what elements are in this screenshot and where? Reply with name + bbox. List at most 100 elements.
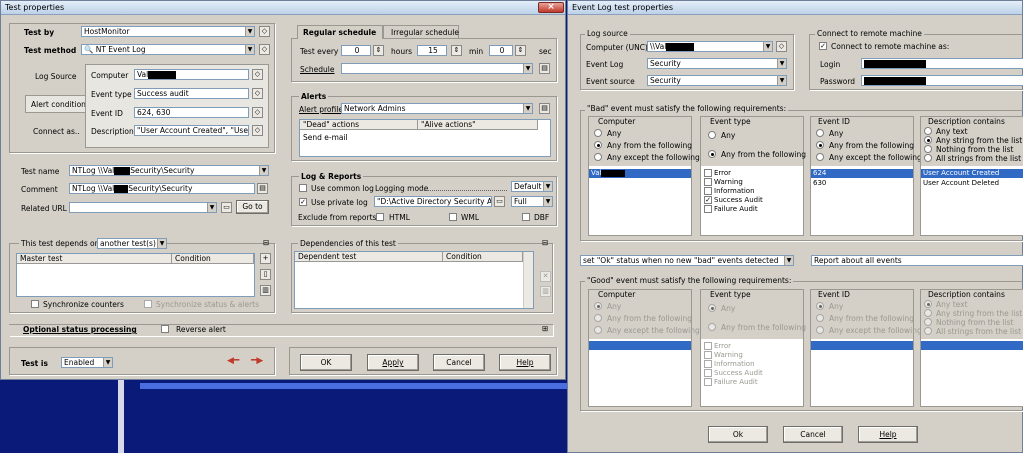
chevron-down-icon[interactable]: ▼ xyxy=(245,45,254,54)
depends-select[interactable]: another test(s) ▼ xyxy=(97,238,167,249)
edit-icon[interactable]: ▤ xyxy=(257,183,268,194)
days-field[interactable]: 0 xyxy=(341,45,371,56)
ok-status-select[interactable]: set "Ok" status when no new "bad" events… xyxy=(580,255,794,266)
good-id-list-row[interactable] xyxy=(811,341,913,350)
good-desc-nothing-radio[interactable] xyxy=(924,318,932,326)
use-private-log-checkbox[interactable]: ✓ xyxy=(299,198,307,206)
connect-as-checkbox[interactable]: ✓ xyxy=(819,42,827,50)
tab-regular-schedule[interactable]: Regular schedule xyxy=(303,28,376,37)
schedule-select[interactable]: ▼ xyxy=(341,63,533,74)
eraser-icon[interactable]: ◇ xyxy=(252,125,263,136)
test-name-field[interactable]: NTLog \\Val Security\Security ▼ xyxy=(69,165,269,176)
ok-button[interactable]: OK xyxy=(300,354,352,371)
bad-computer-from-radio[interactable] xyxy=(594,141,602,149)
report-select[interactable]: Report about all events xyxy=(811,255,1023,266)
actions-list[interactable]: "Dead" actions "Alive actions" Send e-ma… xyxy=(299,119,551,157)
test-is-select[interactable]: Enabled ▼ xyxy=(61,357,113,368)
chevron-down-icon[interactable]: ▼ xyxy=(784,256,793,265)
good-type-error-checkbox[interactable] xyxy=(704,342,712,350)
event-log-select[interactable]: Security ▼ xyxy=(647,58,787,69)
edit-icon[interactable]: ▤ xyxy=(539,103,550,114)
add-icon[interactable]: + xyxy=(260,253,271,264)
alive-actions-header[interactable]: "Alive actions" xyxy=(418,120,538,130)
help-button[interactable]: Help xyxy=(858,426,918,443)
test-method-select[interactable]: 🔍 NT Event Log ▼ xyxy=(81,44,255,55)
computer-unc-field[interactable]: \\Val ▼ xyxy=(647,41,773,52)
eraser-icon[interactable]: ◇ xyxy=(776,41,787,52)
good-id-any-radio[interactable] xyxy=(816,302,824,310)
eraser-icon[interactable]: ◇ xyxy=(252,107,263,118)
collapse-icon[interactable]: ⊟ xyxy=(542,238,548,247)
chevron-down-icon[interactable]: ▼ xyxy=(103,358,112,367)
bad-desc-any-radio[interactable] xyxy=(924,127,932,135)
min-field[interactable]: 0 xyxy=(489,45,513,56)
hours-field[interactable]: 15 xyxy=(417,45,447,56)
bad-computer-item[interactable]: Val xyxy=(589,169,691,178)
chevron-down-icon[interactable]: ▼ xyxy=(543,182,552,191)
bad-id-item[interactable]: 624 xyxy=(811,169,913,178)
bad-type-error-checkbox[interactable] xyxy=(704,169,712,177)
cancel-button[interactable]: Cancel xyxy=(433,354,485,371)
chevron-down-icon[interactable]: ▼ xyxy=(543,197,552,206)
help-button[interactable]: Help xyxy=(499,354,551,371)
trash-icon[interactable]: ▥ xyxy=(540,286,551,297)
chevron-down-icon[interactable]: ▼ xyxy=(157,239,166,248)
arrow-left-icon[interactable]: ◀━ xyxy=(227,356,239,366)
chevron-down-icon[interactable]: ▼ xyxy=(207,203,216,212)
reverse-alert-checkbox[interactable] xyxy=(161,325,169,333)
alert-profile-select[interactable]: Network Admins ▼ xyxy=(341,103,533,114)
test-by-select[interactable]: HostMonitor ▼ xyxy=(81,26,255,37)
dbf-checkbox[interactable] xyxy=(522,213,530,221)
related-url-field[interactable] xyxy=(69,202,217,213)
chevron-down-icon[interactable]: ▼ xyxy=(523,104,532,113)
good-type-failure-checkbox[interactable] xyxy=(704,378,712,386)
good-desc-all-radio[interactable] xyxy=(924,327,932,335)
chevron-down-icon[interactable]: ▼ xyxy=(259,166,268,175)
good-type-success-checkbox[interactable] xyxy=(704,369,712,377)
sync-status-checkbox[interactable] xyxy=(144,300,152,308)
good-desc-anystr-radio[interactable] xyxy=(924,309,932,317)
link-icon[interactable]: ✕ xyxy=(540,271,551,282)
condition-header[interactable]: Condition xyxy=(172,254,254,264)
bad-id-from-radio[interactable] xyxy=(816,141,824,149)
dependent-test-header[interactable]: Dependent test xyxy=(295,252,443,262)
event-id-field[interactable]: 624, 630 xyxy=(134,107,249,118)
good-desc-any-radio[interactable] xyxy=(924,300,932,308)
password-field[interactable] xyxy=(861,75,1023,86)
ok-button[interactable]: Ok xyxy=(708,426,768,443)
good-computer-except-radio[interactable] xyxy=(594,326,602,334)
bad-computer-except-radio[interactable] xyxy=(594,153,602,161)
wml-checkbox[interactable] xyxy=(449,213,457,221)
dependent-condition-header[interactable]: Condition xyxy=(443,252,523,262)
good-id-except-radio[interactable] xyxy=(816,326,824,334)
good-type-any-radio[interactable] xyxy=(708,304,716,312)
bad-desc-item[interactable]: User Account Deleted xyxy=(921,179,1023,188)
logging-mode-select[interactable]: Default ▼ xyxy=(511,181,553,192)
good-desc-list-row[interactable] xyxy=(921,341,1023,350)
eraser-icon[interactable]: ◇ xyxy=(259,44,270,55)
log-level-select[interactable]: Full ▼ xyxy=(511,196,553,207)
tab-connect-as[interactable]: Connect as.. xyxy=(33,127,80,136)
master-test-list[interactable]: Master test Condition xyxy=(16,253,255,297)
chevron-down-icon[interactable]: ▼ xyxy=(763,42,772,51)
bad-desc-all-radio[interactable] xyxy=(924,154,932,162)
comment-field[interactable]: NTLog \\Val Security\Security xyxy=(69,183,255,194)
tab-irregular-schedule[interactable]: Irregular schedule xyxy=(391,28,459,37)
good-type-warning-checkbox[interactable] xyxy=(704,351,712,359)
bad-type-failure-checkbox[interactable] xyxy=(704,205,712,213)
master-test-header[interactable]: Master test xyxy=(17,254,172,264)
chevron-down-icon[interactable]: ▼ xyxy=(777,59,786,68)
chevron-down-icon[interactable]: ▼ xyxy=(777,76,786,85)
edit-icon[interactable]: ▤ xyxy=(539,63,550,74)
good-type-from-radio[interactable] xyxy=(708,323,716,331)
computer-field[interactable]: Val xyxy=(134,69,249,80)
event-type-field[interactable]: Success audit xyxy=(134,88,249,99)
tab-log-source[interactable]: Log Source xyxy=(35,72,77,81)
spinner-icon[interactable]: ⇕ xyxy=(373,45,384,56)
bad-desc-nothing-radio[interactable] xyxy=(924,145,932,153)
spinner-icon[interactable]: ⇕ xyxy=(515,45,526,56)
bad-type-success-checkbox[interactable]: ✓ xyxy=(704,196,712,204)
bad-type-information-checkbox[interactable] xyxy=(704,187,712,195)
eraser-icon[interactable]: ◇ xyxy=(259,26,270,37)
trash-icon[interactable]: ▥ xyxy=(260,285,271,296)
